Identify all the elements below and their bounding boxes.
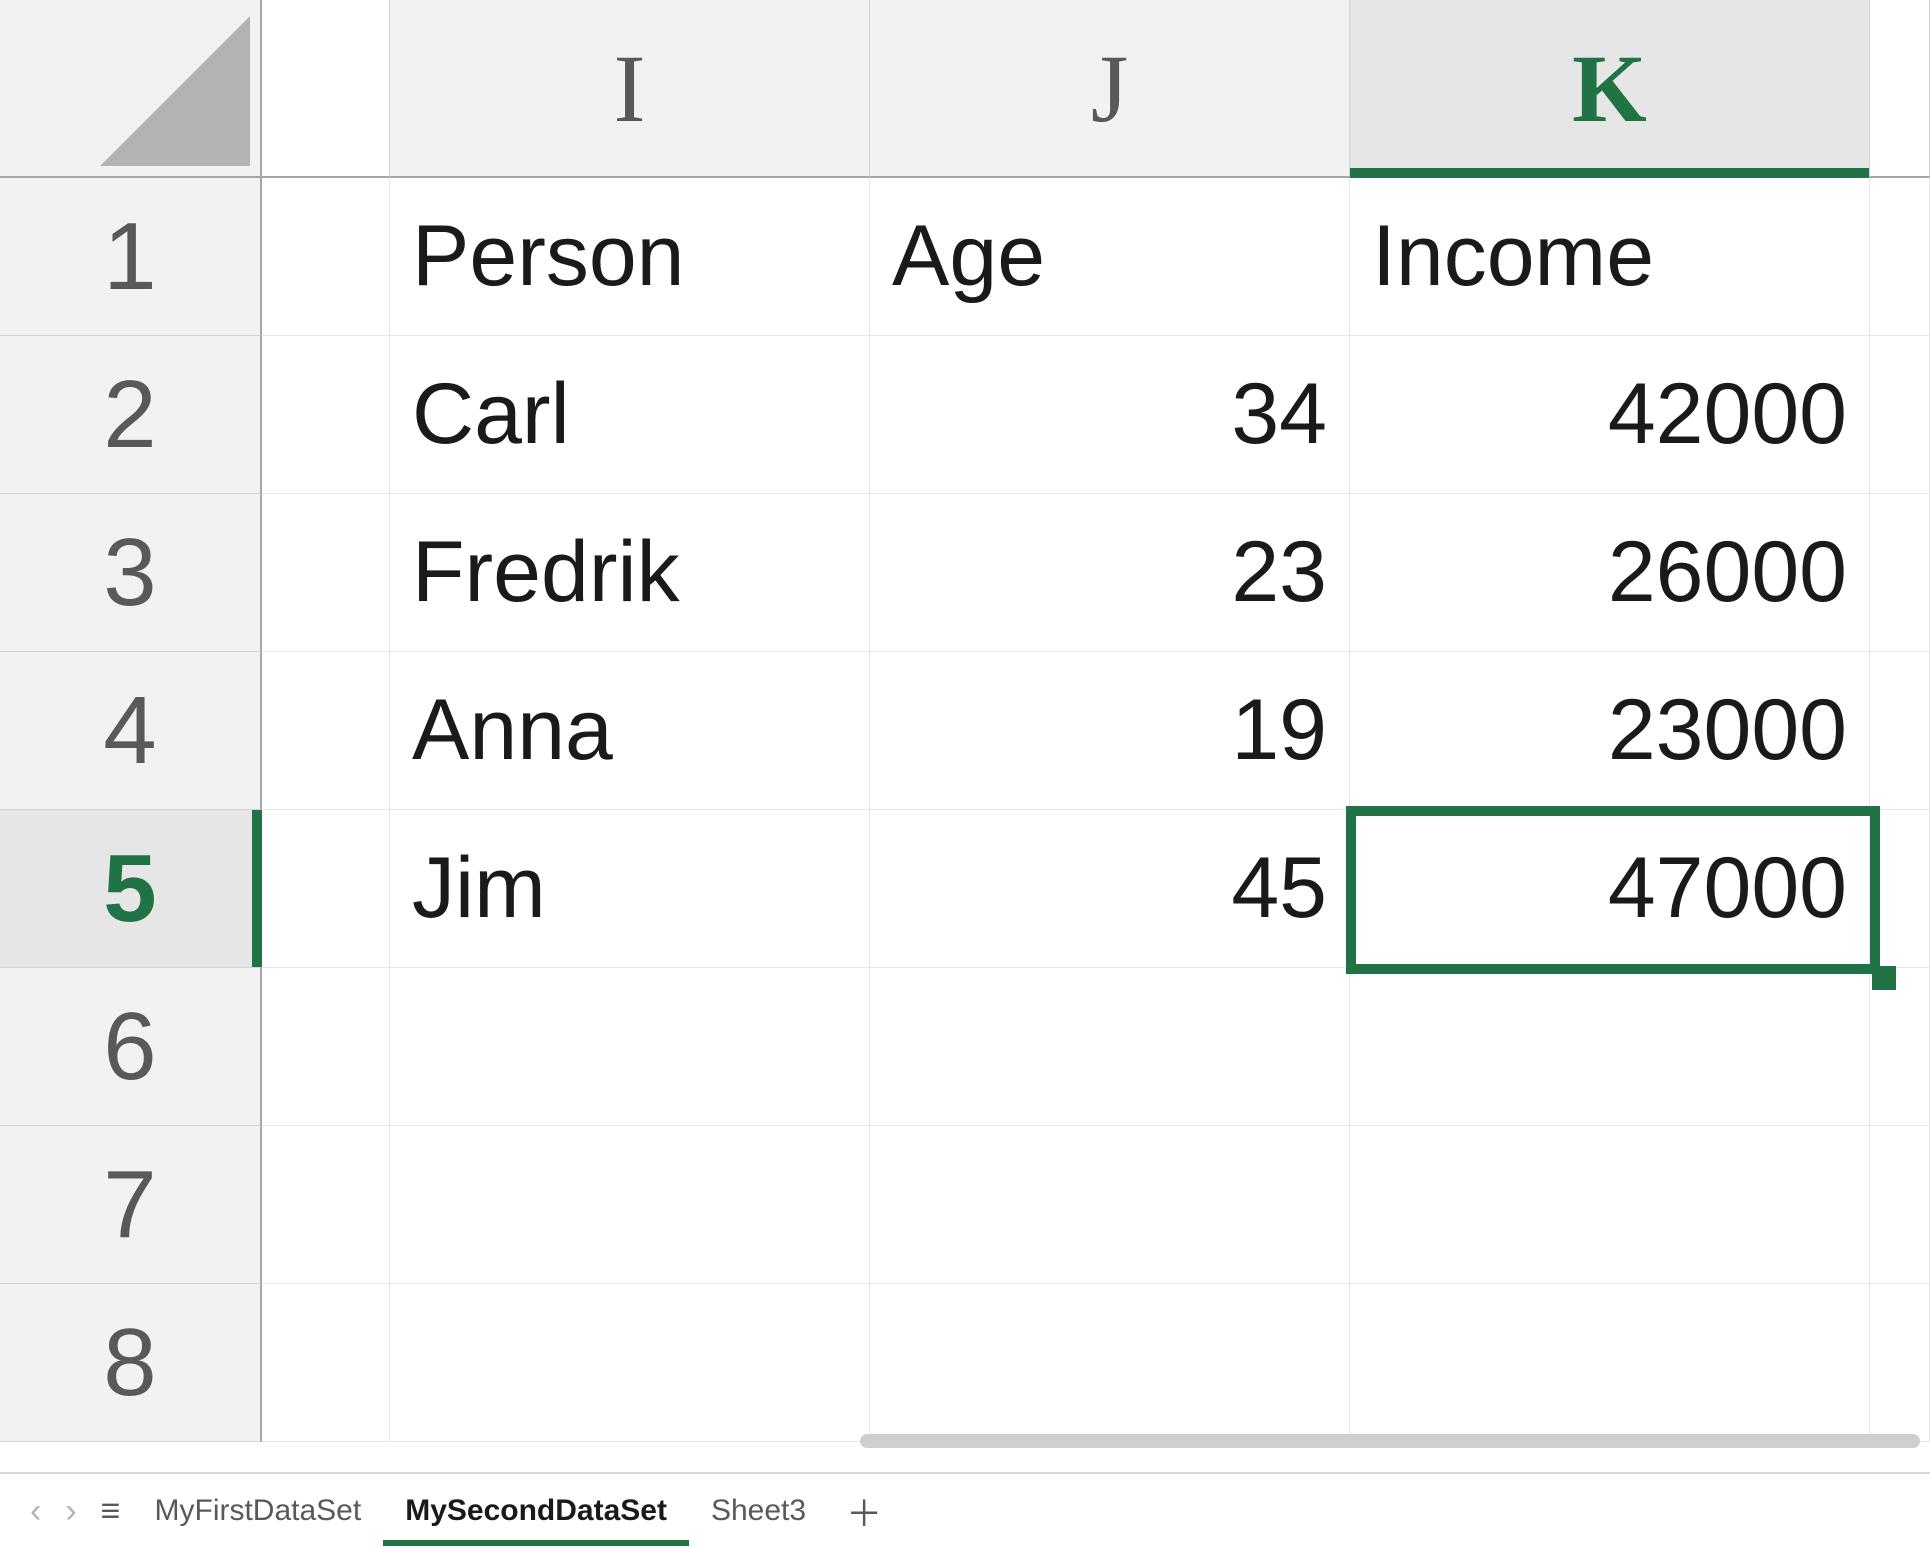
select-all-triangle-icon [100, 16, 250, 166]
column-headers: I J K [262, 0, 1930, 178]
tab-menu-icon[interactable]: ≡ [89, 1494, 133, 1528]
cell-K2[interactable]: 42000 [1350, 336, 1870, 494]
cell-value: Fredrik [412, 523, 680, 622]
cell-value: 19 [1231, 681, 1327, 780]
row-header-label: 7 [103, 1150, 156, 1260]
cell-K4[interactable]: 23000 [1350, 652, 1870, 810]
column-header-gutter[interactable] [262, 0, 390, 178]
sheet-tab-label: MySecondDataSet [405, 1494, 667, 1528]
cell-I4[interactable]: Anna [390, 652, 870, 810]
cell-H8[interactable] [262, 1284, 390, 1442]
sheet-tab-sheet3[interactable]: Sheet3 [689, 1473, 828, 1549]
cell-I7[interactable] [390, 1126, 870, 1284]
cell-value: 23000 [1608, 681, 1847, 780]
cell-L7[interactable] [1870, 1126, 1930, 1284]
cell-J6[interactable] [870, 968, 1350, 1126]
cell-value: Jim [412, 839, 546, 938]
cell-H6[interactable] [262, 968, 390, 1126]
cell-K7[interactable] [1350, 1126, 1870, 1284]
cell-L6[interactable] [1870, 968, 1930, 1126]
cell-J1[interactable]: Age [870, 178, 1350, 336]
cell-K6[interactable] [1350, 968, 1870, 1126]
tab-nav-next[interactable]: › [53, 1494, 88, 1528]
column-header-label: K [1572, 33, 1647, 144]
cell-H4[interactable] [262, 652, 390, 810]
select-all-corner[interactable] [0, 0, 262, 178]
row-header-5[interactable]: 5 [0, 810, 262, 968]
cell-H3[interactable] [262, 494, 390, 652]
cell-L1[interactable] [1870, 178, 1930, 336]
cell-L3[interactable] [1870, 494, 1930, 652]
cell-I2[interactable]: Carl [390, 336, 870, 494]
add-sheet-button[interactable]: ＋ [828, 1485, 900, 1537]
column-header-label: J [1091, 33, 1128, 144]
cell-value: 47000 [1608, 839, 1847, 938]
row-header-label: 6 [103, 992, 156, 1102]
sheet-tab-myseconddataset[interactable]: MySecondDataSet [383, 1476, 689, 1546]
cell-L4[interactable] [1870, 652, 1930, 810]
row-header-7[interactable]: 7 [0, 1126, 262, 1284]
spreadsheet-grid: I J K 1 2 3 4 5 6 7 8 Person Age Income [0, 0, 1930, 1448]
cell-I6[interactable] [390, 968, 870, 1126]
fill-handle[interactable] [1872, 966, 1896, 990]
cell-value: 23 [1231, 523, 1327, 622]
row-header-6[interactable]: 6 [0, 968, 262, 1126]
sheet-tab-label: MyFirstDataSet [155, 1494, 362, 1528]
cell-value: Income [1372, 207, 1654, 306]
cells-area: Person Age Income Carl 34 42000 Fredrik … [262, 178, 1930, 1442]
row-header-4[interactable]: 4 [0, 652, 262, 810]
row-header-2[interactable]: 2 [0, 336, 262, 494]
cell-L8[interactable] [1870, 1284, 1930, 1442]
cell-value: 34 [1231, 365, 1327, 464]
cell-K3[interactable]: 26000 [1350, 494, 1870, 652]
cell-value: Person [412, 207, 685, 306]
column-header-gutter-right[interactable] [1870, 0, 1930, 178]
cell-value: 45 [1231, 839, 1327, 938]
cell-value: Carl [412, 365, 570, 464]
cell-I3[interactable]: Fredrik [390, 494, 870, 652]
row-header-3[interactable]: 3 [0, 494, 262, 652]
cell-value: 42000 [1608, 365, 1847, 464]
cell-H2[interactable] [262, 336, 390, 494]
row-header-label: 3 [103, 518, 156, 628]
cell-H1[interactable] [262, 178, 390, 336]
column-header-J[interactable]: J [870, 0, 1350, 178]
cell-K5[interactable]: 47000 [1350, 810, 1870, 968]
sheet-tab-label: Sheet3 [711, 1494, 806, 1528]
row-header-8[interactable]: 8 [0, 1284, 262, 1442]
tab-nav-prev[interactable]: ‹ [18, 1494, 53, 1528]
cell-J7[interactable] [870, 1126, 1350, 1284]
cell-L2[interactable] [1870, 336, 1930, 494]
cell-H5[interactable] [262, 810, 390, 968]
column-header-label: I [614, 33, 646, 144]
cell-K8[interactable] [1350, 1284, 1870, 1442]
sheet-tab-myfirstdataset[interactable]: MyFirstDataSet [133, 1473, 384, 1549]
cell-value: Age [892, 207, 1045, 306]
sheet-tab-bar: ‹ › ≡ MyFirstDataSet MySecondDataSet She… [0, 1472, 1930, 1548]
cell-J5[interactable]: 45 [870, 810, 1350, 968]
row-headers: 1 2 3 4 5 6 7 8 [0, 178, 262, 1442]
cell-value: Anna [412, 681, 613, 780]
horizontal-scrollbar-thumb[interactable] [860, 1434, 1920, 1448]
cell-value: 26000 [1608, 523, 1847, 622]
cell-J3[interactable]: 23 [870, 494, 1350, 652]
column-header-K[interactable]: K [1350, 0, 1870, 178]
row-header-label: 5 [103, 834, 156, 944]
cell-J2[interactable]: 34 [870, 336, 1350, 494]
cell-I5[interactable]: Jim [390, 810, 870, 968]
cell-J4[interactable]: 19 [870, 652, 1350, 810]
cell-H7[interactable] [262, 1126, 390, 1284]
column-header-I[interactable]: I [390, 0, 870, 178]
cell-I1[interactable]: Person [390, 178, 870, 336]
cell-J8[interactable] [870, 1284, 1350, 1442]
cell-I8[interactable] [390, 1284, 870, 1442]
row-header-1[interactable]: 1 [0, 178, 262, 336]
row-header-label: 8 [103, 1308, 156, 1418]
cell-L5[interactable] [1870, 810, 1930, 968]
row-header-label: 2 [103, 360, 156, 470]
row-header-label: 4 [103, 676, 156, 786]
cell-K1[interactable]: Income [1350, 178, 1870, 336]
row-header-label: 1 [103, 202, 156, 312]
